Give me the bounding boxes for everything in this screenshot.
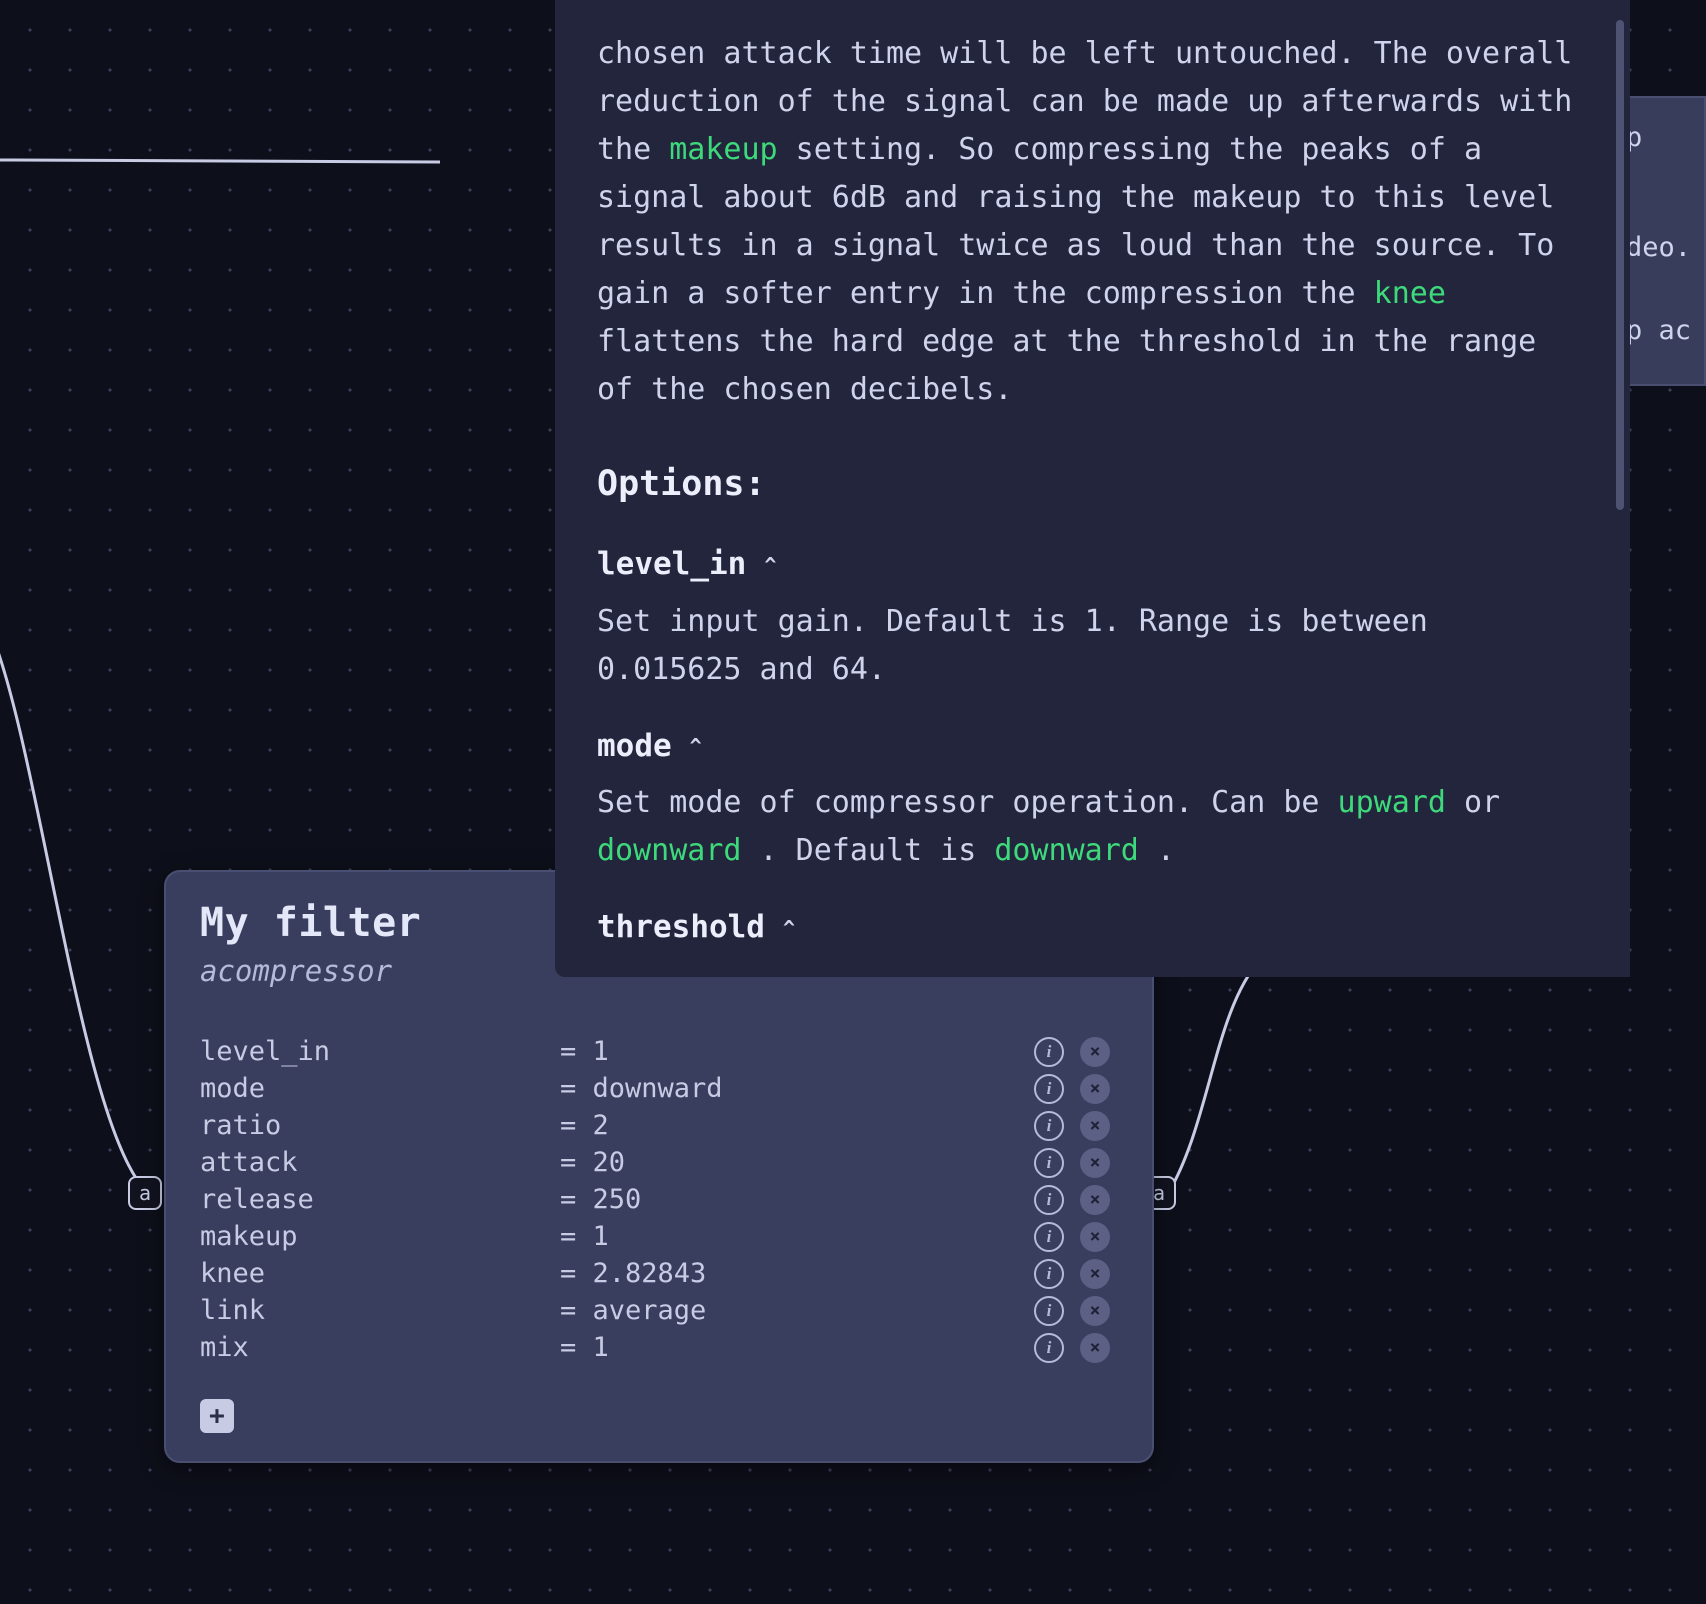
param-value[interactable]: = 2 (560, 1110, 1034, 1141)
port-label: a (139, 1181, 151, 1205)
param-info-icon[interactable]: i (1034, 1222, 1064, 1252)
options-heading: Options: (597, 456, 1588, 512)
doc-panel: chosen attack time will be left untouche… (555, 0, 1630, 977)
param-value[interactable]: = 250 (560, 1184, 1034, 1215)
param-info-icon[interactable]: i (1034, 1111, 1064, 1141)
param-name[interactable]: level_in (200, 1036, 560, 1067)
bg-text: deo. (1626, 232, 1696, 263)
param-actions: i× (1034, 1074, 1118, 1104)
param-delete-icon[interactable]: × (1080, 1111, 1110, 1141)
input-port[interactable]: a (128, 1176, 162, 1210)
keyword: knee (1374, 276, 1446, 311)
param-actions: i× (1034, 1037, 1118, 1067)
keyword: makeup (669, 132, 777, 167)
param-name[interactable]: makeup (200, 1221, 560, 1252)
param-delete-icon[interactable]: × (1080, 1333, 1110, 1363)
bg-text: p ac (1626, 315, 1696, 346)
param-info-icon[interactable]: i (1034, 1074, 1064, 1104)
option-heading[interactable]: threshold ^ (597, 903, 1588, 953)
add-param-button[interactable]: + (200, 1399, 234, 1433)
param-name[interactable]: knee (200, 1258, 560, 1289)
param-value[interactable]: = 20 (560, 1147, 1034, 1178)
param-actions: i× (1034, 1296, 1118, 1326)
option-name: threshold (597, 903, 765, 953)
param-value[interactable]: = downward (560, 1073, 1034, 1104)
param-info-icon[interactable]: i (1034, 1259, 1064, 1289)
port-label: a (1153, 1181, 1165, 1205)
param-name[interactable]: link (200, 1295, 560, 1326)
param-delete-icon[interactable]: × (1080, 1222, 1110, 1252)
param-actions: i× (1034, 1148, 1118, 1178)
keyword: downward (994, 833, 1139, 868)
chevron-up-icon: ^ (764, 549, 776, 581)
scrollbar[interactable] (1616, 20, 1624, 510)
param-value[interactable]: = 1 (560, 1036, 1034, 1067)
plus-icon: + (209, 1401, 225, 1431)
param-actions: i× (1034, 1222, 1118, 1252)
param-name[interactable]: mode (200, 1073, 560, 1104)
params-list: level_in= 1i×mode= downwardi×ratio= 2i×a… (200, 1036, 1118, 1363)
param-info-icon[interactable]: i (1034, 1148, 1064, 1178)
param-delete-icon[interactable]: × (1080, 1037, 1110, 1067)
param-actions: i× (1034, 1185, 1118, 1215)
option-name: level_in (597, 540, 746, 590)
param-delete-icon[interactable]: × (1080, 1074, 1110, 1104)
param-actions: i× (1034, 1333, 1118, 1363)
option-heading[interactable]: mode ^ (597, 722, 1588, 772)
param-delete-icon[interactable]: × (1080, 1148, 1110, 1178)
param-delete-icon[interactable]: × (1080, 1185, 1110, 1215)
param-name[interactable]: ratio (200, 1110, 560, 1141)
keyword: upward (1338, 785, 1446, 820)
param-delete-icon[interactable]: × (1080, 1296, 1110, 1326)
param-actions: i× (1034, 1259, 1118, 1289)
chevron-up-icon: ^ (690, 730, 702, 762)
param-name[interactable]: mix (200, 1332, 560, 1363)
param-info-icon[interactable]: i (1034, 1185, 1064, 1215)
option-description: Set input gain. Default is 1. Range is b… (597, 598, 1588, 694)
option-description: Set mode of compressor operation. Can be… (597, 779, 1588, 875)
param-actions: i× (1034, 1111, 1118, 1141)
option-heading[interactable]: level_in ^ (597, 540, 1588, 590)
param-name[interactable]: release (200, 1184, 560, 1215)
param-value[interactable]: = 1 (560, 1221, 1034, 1252)
param-delete-icon[interactable]: × (1080, 1259, 1110, 1289)
param-value[interactable]: = average (560, 1295, 1034, 1326)
doc-intro: chosen attack time will be left untouche… (597, 30, 1588, 414)
param-value[interactable]: = 1 (560, 1332, 1034, 1363)
param-info-icon[interactable]: i (1034, 1333, 1064, 1363)
param-info-icon[interactable]: i (1034, 1296, 1064, 1326)
option-name: mode (597, 722, 672, 772)
chevron-up-icon: ^ (783, 912, 795, 944)
param-info-icon[interactable]: i (1034, 1037, 1064, 1067)
keyword: downward (597, 833, 742, 868)
param-name[interactable]: attack (200, 1147, 560, 1178)
bg-text: p (1626, 122, 1696, 232)
param-value[interactable]: = 2.82843 (560, 1258, 1034, 1289)
